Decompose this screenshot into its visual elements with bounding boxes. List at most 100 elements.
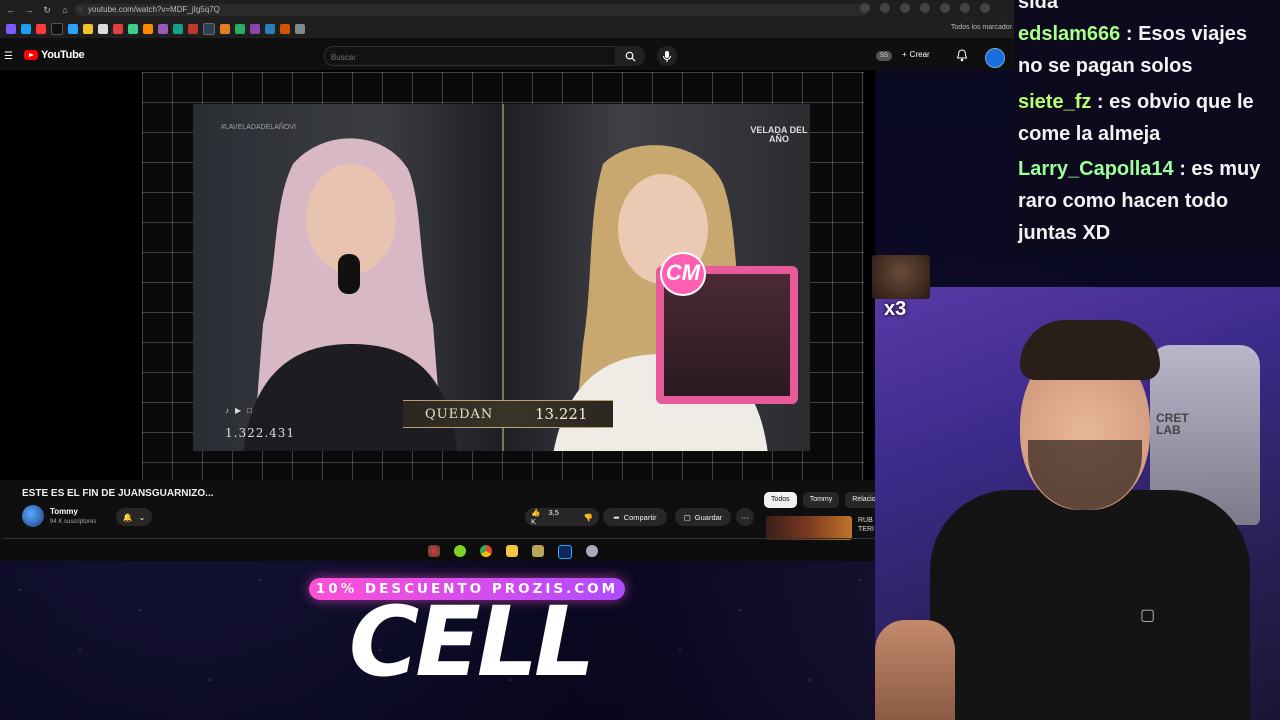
search-input[interactable] (325, 47, 603, 68)
save-button[interactable]: ▢ Guardar (675, 508, 731, 526)
more-actions-button[interactable]: ⋯ (736, 508, 754, 526)
chair-brand: CRET LAB (1156, 412, 1189, 436)
bookmark-icon[interactable] (173, 24, 183, 34)
bookmark-icon[interactable] (128, 24, 138, 34)
address-text: youtube.com/watch?v=MDF_jIg5q7Q (88, 5, 220, 14)
bookmark-icon[interactable] (36, 24, 46, 34)
chat-username[interactable]: Larry_Capolla14 (1018, 158, 1174, 180)
laughing-emote-icon (872, 255, 930, 299)
spotify-icon[interactable] (454, 545, 466, 557)
bookmark-icon[interactable] (250, 24, 260, 34)
bookmark-icon[interactable] (98, 24, 108, 34)
quedan-label: QUEDAN (425, 406, 494, 422)
bookmark-icon[interactable] (21, 24, 31, 34)
tiktok-icon: ♪ (225, 406, 229, 415)
chip-tommy[interactable]: Tommy (802, 492, 840, 508)
puzzle-icon[interactable] (940, 3, 950, 13)
search-button[interactable] (615, 46, 645, 66)
bookmark-twitch-icon[interactable] (6, 24, 16, 34)
related-chips: Todos Tommy Relacio (764, 492, 883, 508)
bookmark-icon[interactable] (203, 23, 215, 35)
social-icons: ♪ ▶ □ (225, 406, 252, 415)
channel-subscribers: 94 K suscriptores (50, 519, 97, 525)
search-box[interactable] (324, 46, 616, 68)
chat-username[interactable]: siete_fz (1018, 91, 1091, 113)
video-title: ESTE ES EL FIN DE JUANSGUARNIZO... (22, 488, 214, 499)
search-icon (625, 51, 636, 62)
all-bookmarks[interactable]: Todos los marcador (951, 24, 1012, 31)
account-avatar[interactable] (985, 48, 1005, 68)
audio-icon[interactable] (920, 3, 930, 13)
recommended-thumbnail[interactable] (766, 516, 852, 540)
bookmark-icon[interactable] (83, 24, 93, 34)
bookmark-icon[interactable] (68, 24, 78, 34)
notifications-icon[interactable] (956, 49, 968, 62)
chip-todos[interactable]: Todos (764, 492, 797, 508)
recommended-title-line-2: TERI (858, 526, 874, 533)
home-icon[interactable]: ⌂ (60, 5, 70, 15)
subscribe-bell-button[interactable]: 🔔 ⌄ (116, 508, 152, 526)
emote-multiplier: x3 (884, 298, 907, 320)
bookmark-icon[interactable] (295, 24, 305, 34)
bookmark-icon[interactable] (143, 24, 153, 34)
like-dislike-group: 👍 3,5 K 👎 (525, 508, 599, 526)
quedan-banner: QUEDAN 13.221 (403, 400, 613, 428)
scroll-divider (4, 538, 874, 539)
ss-badge[interactable]: SS (876, 51, 892, 61)
obs-icon[interactable] (428, 545, 440, 557)
channel-avatar[interactable] (22, 505, 44, 527)
menu-icon[interactable] (960, 3, 970, 13)
taskbar-apps (428, 545, 598, 559)
star-icon[interactable] (880, 3, 890, 13)
channel-name[interactable]: Tommy (50, 507, 78, 516)
profile-icon[interactable] (980, 3, 990, 13)
discord-icon[interactable] (586, 545, 598, 557)
save-label: Guardar (694, 512, 723, 522)
viewer-count: 1.322.431 (225, 426, 296, 440)
bookmark-icon[interactable] (158, 24, 168, 34)
bookmark-icon[interactable] (188, 24, 198, 34)
bookmark-icon[interactable] (113, 24, 123, 34)
site-info-icon[interactable]: ○ (78, 4, 82, 16)
bookmark-icon[interactable] (265, 24, 275, 34)
share-button[interactable]: ➦ Compartir (603, 508, 667, 526)
chat-username[interactable]: edslam666 (1018, 23, 1120, 45)
recommended-title[interactable]: RUB TERI (858, 516, 874, 534)
streamer-hair (1020, 320, 1160, 380)
like-button[interactable]: 👍 3,5 K (525, 508, 578, 526)
back-icon[interactable]: ← (6, 5, 16, 15)
bookmark-icon: ▢ (683, 512, 691, 522)
dislike-button[interactable]: 👎 (578, 513, 599, 522)
folder-icon[interactable] (506, 545, 518, 557)
app-icon[interactable] (532, 545, 544, 557)
menu-icon[interactable]: ☰ (4, 51, 13, 62)
chat-text: sida (1018, 0, 1059, 13)
cast-icon[interactable] (860, 3, 870, 13)
video-divider (502, 104, 504, 451)
youtube-logo-text: YouTube (41, 49, 85, 61)
bookmark-icon[interactable] (220, 24, 230, 34)
voice-search-button[interactable] (657, 46, 677, 66)
chrome-icon[interactable] (480, 545, 492, 557)
twitch-icon: □ (247, 406, 252, 415)
bookmark-x-icon[interactable] (51, 23, 63, 35)
share-icon: ➦ (613, 512, 620, 522)
photoshop-icon[interactable] (558, 545, 572, 559)
chevron-down-icon: ⌄ (138, 512, 146, 522)
streamer-arm (875, 620, 955, 720)
extension-icon[interactable] (900, 3, 910, 13)
create-button[interactable]: + Crear (902, 50, 930, 59)
youtube-logo[interactable]: YouTube (24, 49, 85, 61)
reload-icon[interactable]: ↻ (42, 5, 52, 15)
bookmark-icon[interactable] (280, 24, 290, 34)
chat-message: edslam666 : Esos viajes no se pagan solo… (1018, 18, 1276, 82)
forward-icon[interactable]: → (24, 5, 34, 15)
chair-brand-line-2: LAB (1156, 423, 1181, 437)
bookmark-icon[interactable] (235, 24, 245, 34)
address-bar[interactable]: ○ youtube.com/watch?v=MDF_jIg5q7Q (74, 4, 868, 16)
velada-logo: VELADA DEL AÑO (750, 125, 808, 144)
microphone-icon (663, 50, 671, 62)
quedan-value: 13.221 (535, 405, 588, 423)
browser-actions (860, 3, 990, 13)
bookmarks-bar (0, 20, 1020, 38)
